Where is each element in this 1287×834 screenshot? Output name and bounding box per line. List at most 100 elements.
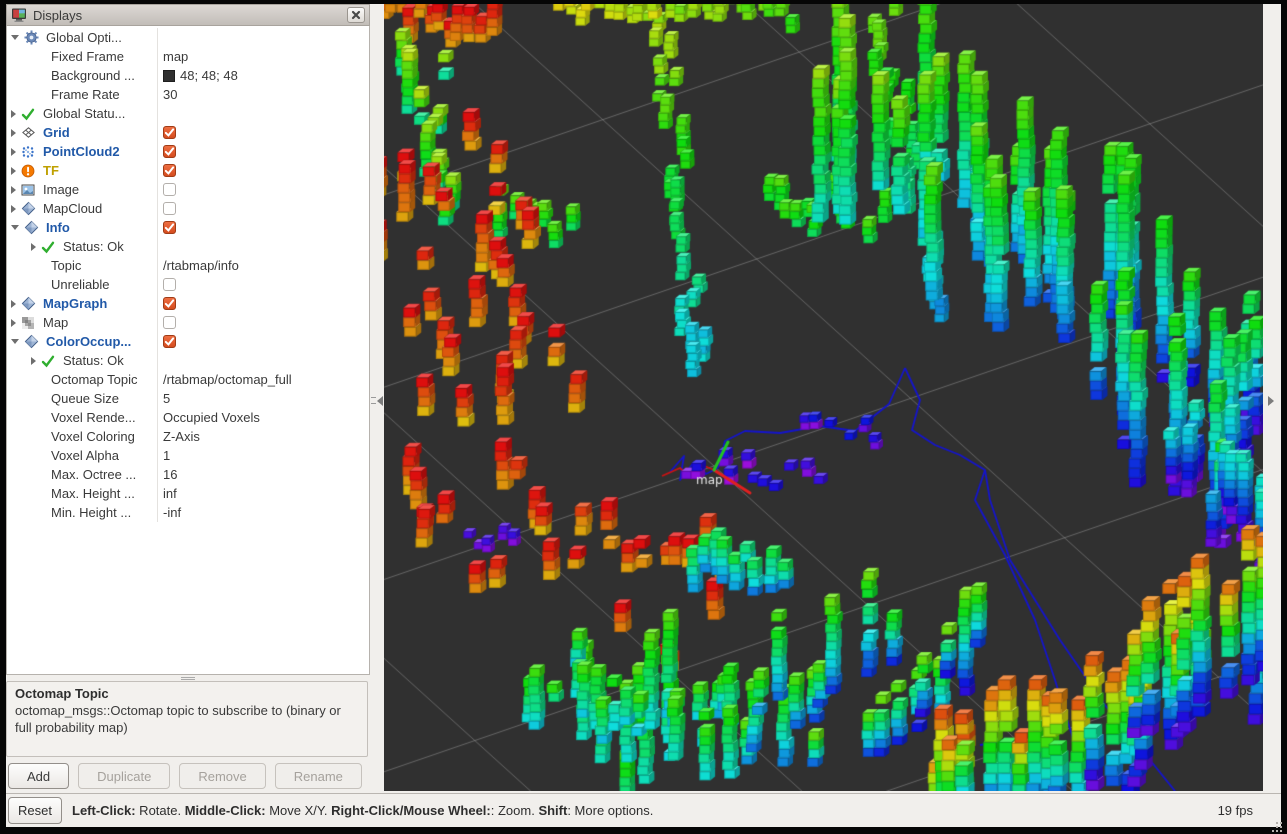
enabled-checkbox[interactable] (163, 297, 176, 310)
reset-button[interactable]: Reset (8, 797, 62, 824)
tree-row-mapgraph[interactable]: MapGraph (7, 294, 369, 313)
tree-row-grid[interactable]: Grid (7, 123, 369, 142)
right-panel-splitter[interactable] (1263, 4, 1281, 793)
row-value[interactable]: Occupied Voxels (157, 408, 369, 427)
resize-grip[interactable] (1276, 822, 1278, 824)
enabled-checkbox[interactable] (163, 202, 176, 215)
expand-arrow-icon[interactable] (11, 205, 16, 213)
tree-row-topic[interactable]: Topic/rtabmap/info (7, 256, 369, 275)
row-label: Grid (43, 123, 70, 142)
row-value[interactable]: /rtabmap/octomap_full (157, 370, 369, 389)
row-label: Info (46, 218, 70, 237)
duplicate-button[interactable]: Duplicate (78, 763, 170, 789)
row-value[interactable]: Z-Axis (157, 427, 369, 446)
row-value (157, 123, 369, 142)
enabled-checkbox[interactable] (163, 278, 176, 291)
render-view[interactable] (384, 4, 1263, 791)
row-value[interactable]: /rtabmap/info (157, 256, 369, 275)
expand-arrow-icon[interactable] (11, 167, 16, 175)
row-value[interactable]: 30 (157, 85, 369, 104)
row-value (157, 237, 369, 256)
tree-row-min-height[interactable]: Min. Height ...-inf (7, 503, 369, 522)
tree-row-map[interactable]: Map (7, 313, 369, 332)
row-value (157, 180, 369, 199)
expand-arrow-icon[interactable] (11, 300, 16, 308)
tree-row-status-ok[interactable]: Status: Ok (7, 237, 369, 256)
row-label: Max. Height ... (51, 484, 135, 503)
row-label: Octomap Topic (51, 370, 137, 389)
tree-row-max-octree[interactable]: Max. Octree ...16 (7, 465, 369, 484)
tree-row-queue-size[interactable]: Queue Size5 (7, 389, 369, 408)
tree-row-voxel-alpha[interactable]: Voxel Alpha1 (7, 446, 369, 465)
row-value[interactable]: 16 (157, 465, 369, 484)
tree-row-global-statu[interactable]: Global Statu... (7, 104, 369, 123)
map-icon (21, 316, 38, 330)
help-body: octomap_msgs::Octomap topic to subscribe… (15, 702, 355, 736)
row-value (157, 218, 369, 237)
remove-button[interactable]: Remove (179, 763, 265, 789)
tree-row-status-ok[interactable]: Status: Ok (7, 351, 369, 370)
tree-row-mapcloud[interactable]: MapCloud (7, 199, 369, 218)
tree-row-unreliable[interactable]: Unreliable (7, 275, 369, 294)
collapse-arrow-icon[interactable] (11, 339, 19, 344)
row-label: Background ... (51, 66, 135, 85)
tree-row-pointcloud2[interactable]: PointCloud2 (7, 142, 369, 161)
tree-row-tf[interactable]: TF (7, 161, 369, 180)
enabled-checkbox[interactable] (163, 164, 176, 177)
tree-row-fixed-frame[interactable]: Fixed Frame map (7, 47, 369, 66)
row-value[interactable]: inf (157, 484, 369, 503)
expand-arrow-icon[interactable] (31, 243, 36, 251)
tree-row-image[interactable]: Image (7, 180, 369, 199)
row-value (157, 161, 369, 180)
tree-row-background[interactable]: Background ... 48; 48; 48 (7, 66, 369, 85)
row-label: Fixed Frame (51, 47, 124, 66)
row-label: Image (43, 180, 79, 199)
tree-row-octomap-topic[interactable]: Octomap Topic/rtabmap/octomap_full (7, 370, 369, 389)
row-value[interactable]: -inf (157, 503, 369, 522)
tree-row-coloroccup[interactable]: ColorOccup... (7, 332, 369, 351)
tree-row-global-opti[interactable]: Global Opti... (7, 28, 369, 47)
tree-row-info[interactable]: Info (7, 218, 369, 237)
expand-arrow-icon[interactable] (11, 186, 16, 194)
row-label: Global Statu... (43, 104, 125, 123)
enabled-checkbox[interactable] (163, 335, 176, 348)
row-value (157, 199, 369, 218)
tree-row-frame-rate[interactable]: Frame Rate30 (7, 85, 369, 104)
tree-row-max-height[interactable]: Max. Height ... inf (7, 484, 369, 503)
row-label: Voxel Rende... (51, 408, 136, 427)
enabled-checkbox[interactable] (163, 221, 176, 234)
row-value (157, 28, 369, 47)
collapse-left-arrow-icon[interactable] (377, 396, 383, 406)
enabled-checkbox[interactable] (163, 316, 176, 329)
row-value[interactable]: 5 (157, 389, 369, 408)
row-value (157, 294, 369, 313)
collapse-arrow-icon[interactable] (11, 225, 19, 230)
panel-close-button[interactable] (347, 7, 365, 23)
expand-arrow-icon[interactable] (31, 357, 36, 365)
expand-right-arrow-icon[interactable] (1268, 396, 1274, 406)
row-value[interactable]: map (157, 47, 369, 66)
enabled-checkbox[interactable] (163, 145, 176, 158)
row-label: Status: Ok (63, 237, 124, 256)
enabled-checkbox[interactable] (163, 126, 176, 139)
row-value[interactable]: 1 (157, 446, 369, 465)
tf-icon (21, 164, 38, 178)
tree-row-voxel-rende[interactable]: Voxel Rende... Occupied Voxels (7, 408, 369, 427)
displays-panel-titlebar[interactable]: Displays (6, 4, 370, 26)
expand-arrow-icon[interactable] (11, 110, 16, 118)
add-button[interactable]: Add (8, 763, 69, 789)
row-label: ColorOccup... (46, 332, 131, 351)
collapse-arrow-icon[interactable] (11, 35, 19, 40)
rename-button[interactable]: Rename (275, 763, 362, 789)
tree-row-voxel-coloring[interactable]: Voxel ColoringZ-Axis (7, 427, 369, 446)
expand-arrow-icon[interactable] (11, 129, 16, 137)
row-value[interactable]: 48; 48; 48 (157, 66, 369, 85)
left-panel-splitter[interactable] (370, 4, 384, 793)
splitter-grip-icon (371, 397, 376, 404)
expand-arrow-icon[interactable] (11, 148, 16, 156)
expand-arrow-icon[interactable] (11, 319, 16, 327)
3d-scene-canvas[interactable] (384, 4, 1263, 791)
enabled-checkbox[interactable] (163, 183, 176, 196)
row-label: Unreliable (51, 275, 110, 294)
row-label: Topic (51, 256, 81, 275)
